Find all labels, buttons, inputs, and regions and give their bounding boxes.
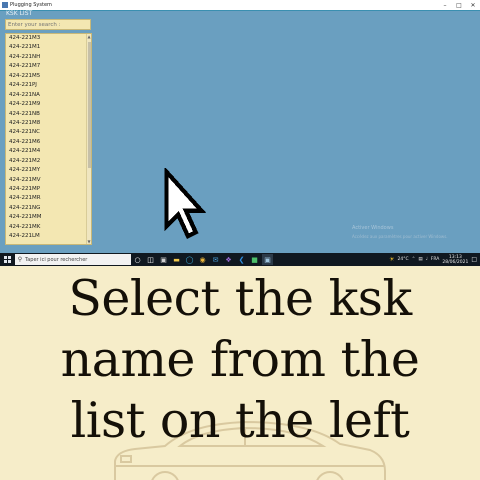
tutorial-caption-panel: Select the ksk name from the list on the… [0,266,480,480]
task-view-icon[interactable]: ◫ [145,254,156,265]
clock[interactable]: 13:13 28/06/2021 [442,255,468,265]
visual-studio-icon[interactable]: ❖ [223,254,234,265]
list-item[interactable]: 424-221M5 [6,72,91,81]
green-app-icon[interactable]: ■ [249,254,260,265]
list-item[interactable]: 424-221NH [6,53,91,62]
vscode-icon[interactable]: ❮ [236,254,247,265]
list-item[interactable]: 424-221M1 [6,43,91,52]
system-tray: ☀ 24°C ⌃ ▤ ♩ FRA 13:13 28/06/2021 □ [389,255,480,265]
mouse-pointer-icon [164,168,207,240]
scroll-up-icon[interactable]: ▲ [87,34,91,39]
app-icon [2,2,8,8]
cortana-icon[interactable]: ○ [132,254,143,265]
chevron-up-icon[interactable]: ⌃ [412,257,416,262]
list-item[interactable]: 424-221M6 [6,138,91,147]
list-item[interactable]: 424-221MR [6,194,91,203]
search-input[interactable] [5,19,91,30]
list-item[interactable]: 424-221NC [6,128,91,137]
list-item[interactable]: 424-221NA [6,91,91,100]
volume-icon[interactable]: ♩ [426,257,428,262]
scroll-thumb[interactable] [88,42,91,168]
ksk-listbox[interactable]: 424-221M3 424-221M1 424-221NH 424-221M7 … [5,33,92,245]
list-item[interactable]: 424-221M7 [6,62,91,71]
search-icon: ⚲ [17,256,23,263]
list-item[interactable]: 424-221MK [6,223,91,232]
list-item[interactable]: 424-221M3 [6,34,91,43]
app-window: Plugging System – □ ✕ KSK LIST 424-221M3… [0,0,480,253]
notification-icon[interactable]: □ [471,256,477,263]
list-scrollbar[interactable]: ▲ ▼ [86,34,91,244]
file-explorer-icon[interactable]: ▬ [171,254,182,265]
language-indicator[interactable]: FRA [431,257,440,262]
list-item[interactable]: 424-221M2 [6,157,91,166]
network-icon[interactable]: ▤ [418,257,422,262]
window-title: Plugging System [10,2,52,8]
windows-logo-icon [3,256,11,263]
list-item[interactable]: 424-221M4 [6,147,91,156]
list-item[interactable]: 424-221PJ [6,81,91,90]
caption-line-2: name from the [60,331,420,388]
mail-icon[interactable]: ✉ [210,254,221,265]
caption-line-3: list on the left [70,392,410,449]
taskbar-search-box[interactable]: ⚲ Taper ici pour rechercher [15,254,131,265]
start-button[interactable] [0,253,14,266]
taskbar-search-placeholder: Taper ici pour rechercher [25,256,88,263]
clock-date: 28/06/2021 [442,259,469,265]
list-item[interactable]: 424-221MV [6,176,91,185]
store-icon[interactable]: ▣ [158,254,169,265]
list-item[interactable]: 424-221MP [6,185,91,194]
activation-watermark-title: Activer Windows [352,225,394,231]
caption-line-1: Select the ksk [68,270,412,327]
list-item[interactable]: 424-221MM [6,213,91,222]
weather-icon: ☀ [389,256,395,263]
title-bar: Plugging System – □ ✕ [0,0,480,10]
list-item[interactable]: 424-221M9 [6,100,91,109]
list-item[interactable]: 424-221MY [6,166,91,175]
list-item[interactable]: 424-221LM [6,232,91,241]
tutorial-caption: Select the ksk name from the list on the… [0,268,480,451]
chrome-icon[interactable]: ◉ [197,254,208,265]
temperature-label: 24°C [397,257,409,262]
list-header: KSK LIST [6,10,33,17]
list-item[interactable]: 424-221NB [6,110,91,119]
activation-watermark-text: Accédez aux paramètres pour activer Wind… [352,234,448,239]
scroll-down-icon[interactable]: ▼ [87,239,91,244]
title-divider [0,10,480,11]
plugging-system-taskbar-icon[interactable]: ▣ [262,254,273,265]
taskbar: ⚲ Taper ici pour rechercher ○ ◫ ▣ ▬ ◯ ◉ … [0,253,480,266]
list-item[interactable]: 424-221NG [6,204,91,213]
edge-browser-icon[interactable]: ◯ [184,254,195,265]
minimize-button[interactable]: – [438,0,452,10]
list-item[interactable]: 424-221M8 [6,119,91,128]
maximize-button[interactable]: □ [452,0,466,10]
close-button[interactable]: ✕ [466,0,480,10]
